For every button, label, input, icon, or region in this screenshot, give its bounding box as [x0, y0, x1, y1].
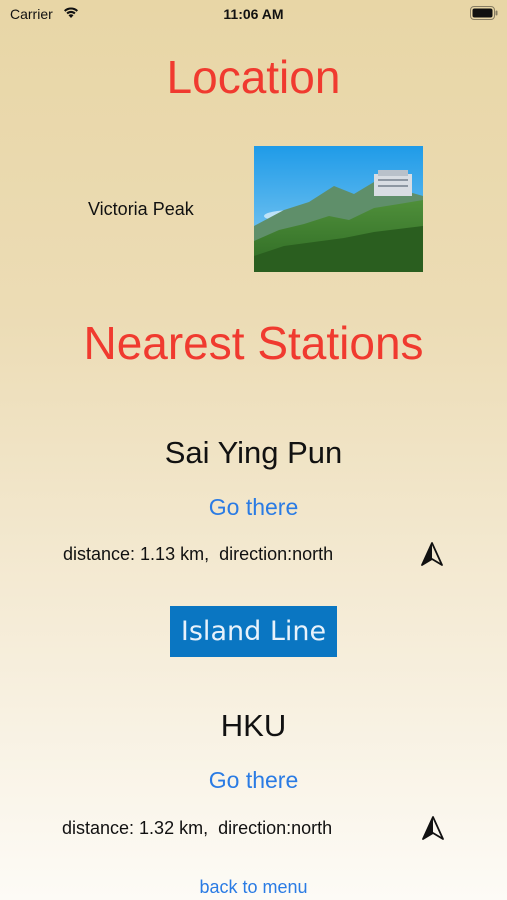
location-photo — [254, 146, 423, 272]
location-name: Victoria Peak — [88, 199, 194, 219]
go-there-button[interactable]: Go there — [0, 493, 507, 521]
section-title: Nearest Stations — [83, 317, 424, 369]
station-name: HKU — [220, 708, 287, 743]
station-name: Sai Ying Pun — [164, 435, 343, 470]
status-bar: Carrier 11:06 AM — [0, 0, 507, 28]
navigation-arrow-icon — [421, 542, 443, 566]
distance-direction-text: distance: 1.13 km, direction:north — [63, 544, 334, 564]
battery-icon — [470, 6, 498, 20]
clock: 11:06 AM — [223, 6, 284, 22]
back-to-menu-link[interactable]: back to menu — [0, 876, 507, 898]
line-badge: Island Line — [170, 606, 337, 657]
distance-direction-text: distance: 1.32 km, direction:north — [62, 818, 333, 838]
go-there-button[interactable]: Go there — [0, 766, 507, 794]
navigation-arrow-icon — [422, 816, 444, 840]
page-title: Location — [166, 51, 341, 103]
